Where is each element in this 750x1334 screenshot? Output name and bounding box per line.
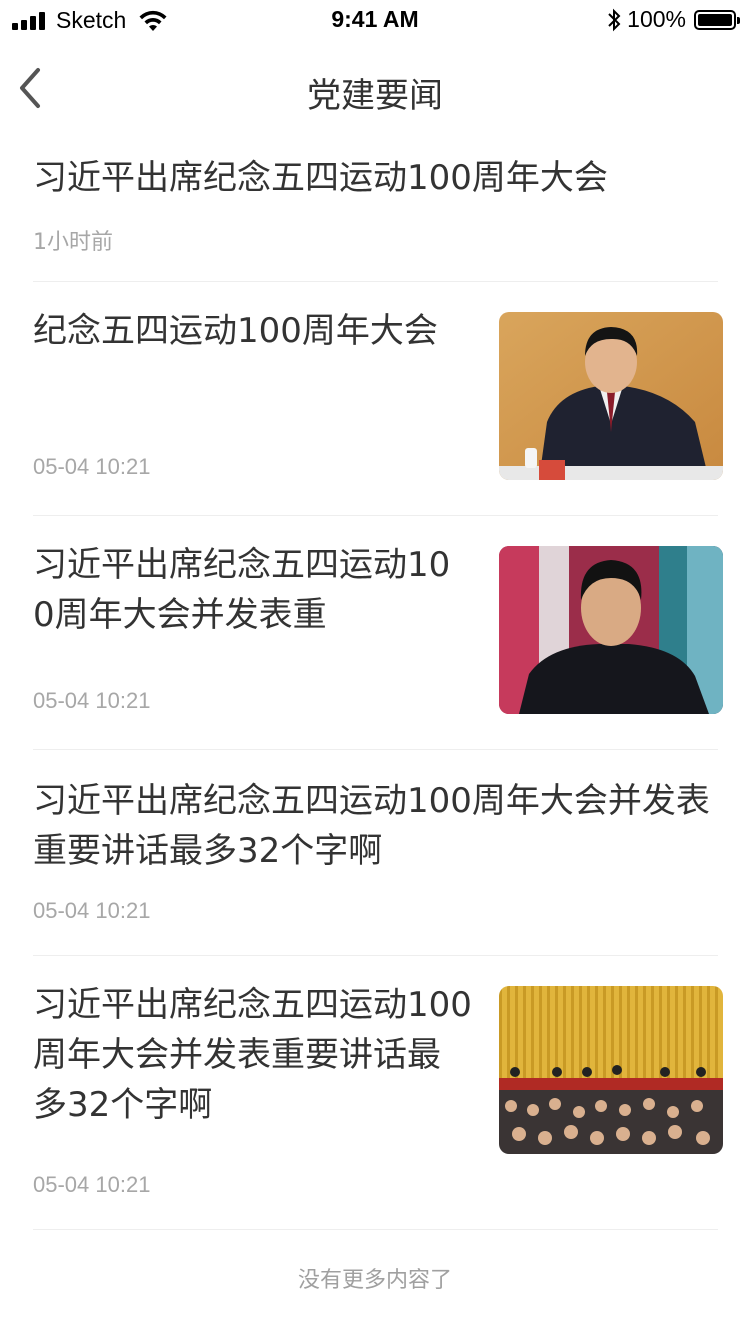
news-item[interactable]: 纪念五四运动100周年大会 05-04 10:21 — [33, 282, 723, 516]
news-time: 05-04 10:21 — [33, 898, 151, 923]
news-item[interactable]: 习近平出席纪念五四运动100周年大会并发表重要讲话最多32个字啊 05-04 1… — [33, 956, 723, 1230]
news-title: 习近平出席纪念五四运动100周年大会并发表重要讲话最多32个字啊 — [33, 985, 472, 1125]
news-item[interactable]: 习近平出席纪念五四运动100周年大会并发表重 05-04 10:21 — [33, 516, 723, 750]
news-thumbnail — [499, 312, 723, 480]
status-bar: Sketch 9:41 AM 100% — [0, 0, 750, 40]
no-more-content-note: 没有更多内容了 — [297, 1268, 452, 1293]
news-item[interactable]: 习近平出席纪念五四运动100周年大会 1小时前 — [33, 136, 718, 282]
news-thumbnail — [499, 986, 723, 1154]
news-time: 1小时前 — [33, 230, 113, 255]
news-time: 05-04 10:21 — [33, 454, 151, 479]
news-list: 习近平出席纪念五四运动100周年大会 1小时前 纪念五四运动100周年大会 05… — [0, 136, 750, 1230]
news-thumbnail — [499, 546, 723, 714]
news-time: 05-04 10:21 — [33, 1172, 151, 1197]
news-title: 习近平出席纪念五四运动100周年大会 — [33, 158, 608, 198]
news-title: 习近平出席纪念五四运动100周年大会并发表重 — [33, 545, 451, 635]
news-time: 05-04 10:21 — [33, 688, 151, 713]
nav-bar: 党建要闻 — [0, 40, 750, 136]
page-title: 党建要闻 — [307, 76, 443, 116]
battery-icon — [694, 9, 740, 30]
news-title: 习近平出席纪念五四运动100周年大会并发表重要讲话最多32个字啊 — [33, 781, 710, 871]
bluetooth-icon — [608, 8, 621, 31]
status-right: 100% — [607, 6, 740, 33]
news-item[interactable]: 习近平出席纪念五四运动100周年大会并发表重要讲话最多32个字啊 05-04 1… — [33, 750, 718, 956]
news-title: 纪念五四运动100周年大会 — [33, 311, 438, 351]
battery-percent: 100% — [627, 6, 686, 32]
